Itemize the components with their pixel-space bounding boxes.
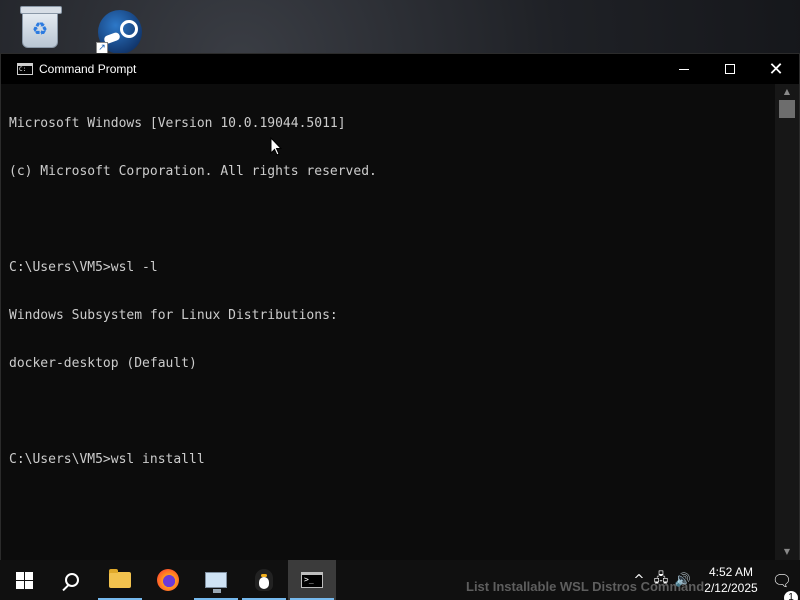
mouse-pointer-icon [270,137,282,156]
close-button[interactable]: ✕ [753,54,799,84]
cmd-icon [301,572,323,588]
console-output[interactable]: Microsoft Windows [Version 10.0.19044.50… [1,84,775,560]
console-line: (c) Microsoft Corporation. All rights re… [9,164,377,179]
vertical-scrollbar[interactable]: ▲ ▼ [775,84,799,560]
scroll-down-icon[interactable]: ▼ [775,544,799,560]
taskbar-remote-desktop[interactable] [192,560,240,600]
network-icon[interactable]: 🖧 [650,569,672,591]
console-line: docker-desktop (Default) [9,356,197,371]
steam-icon[interactable]: ↗ [96,8,144,56]
clock-date: 2/12/2025 [704,581,758,595]
search-button[interactable] [48,560,96,600]
scroll-thumb[interactable] [779,100,795,118]
folder-icon [109,569,131,588]
windows-logo-icon [15,571,33,589]
taskbar-linux[interactable] [240,560,288,600]
scroll-up-icon[interactable]: ▲ [775,84,799,100]
firefox-icon [157,569,179,591]
title-bar[interactable]: Command Prompt ✕ [1,54,799,84]
console-line: C:\Users\VM5>wsl -l [9,260,158,275]
maximize-button[interactable] [707,54,753,84]
chevron-up-icon[interactable]: ^ [628,573,650,588]
volume-icon[interactable]: 🔊 [672,573,694,588]
cmd-icon [17,63,33,75]
clock-time: 4:52 AM [708,565,754,579]
window-title: Command Prompt [39,62,137,76]
search-icon [65,573,79,587]
notification-count-badge: 1 [784,590,798,600]
minimize-button[interactable] [661,54,707,84]
console-line: Windows Subsystem for Linux Distribution… [9,308,338,323]
taskbar-file-explorer[interactable] [96,560,144,600]
start-button[interactable] [0,560,48,600]
taskbar-command-prompt[interactable] [288,560,336,600]
notification-icon: 🗨 [771,570,793,590]
command-prompt-window: Command Prompt ✕ Microsoft Windows [Vers… [0,53,800,561]
penguin-icon [255,569,273,591]
console-line: Microsoft Windows [Version 10.0.19044.50… [9,116,346,131]
command-input-line[interactable]: C:\Users\VM5>wsl installl [9,452,377,468]
taskbar-firefox[interactable] [144,560,192,600]
recycle-bin-icon[interactable] [16,4,64,52]
close-icon: ✕ [768,58,784,80]
minimize-icon [679,68,689,70]
system-tray: ^ 🖧 🔊 4:52 AM 2/12/2025 🗨 1 [628,560,800,600]
window-controls: ✕ [661,54,799,84]
taskbar: List Installable WSL Distros Command ^ 🖧… [0,560,800,600]
remote-desktop-icon [205,572,227,593]
action-center-button[interactable]: 🗨 1 [764,570,800,600]
clock[interactable]: 4:52 AM 2/12/2025 [698,564,764,596]
console-text: Microsoft Windows [Version 10.0.19044.50… [9,84,377,500]
maximize-icon [725,64,735,74]
